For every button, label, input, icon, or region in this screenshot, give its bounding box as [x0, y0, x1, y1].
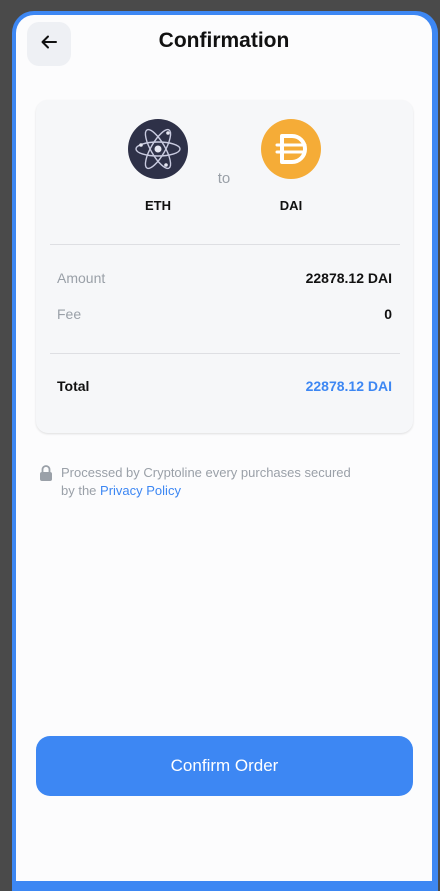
- amount-label: Amount: [57, 270, 106, 286]
- total-value: 22878.12 DAI: [305, 378, 392, 394]
- atom-coin-icon: [128, 119, 188, 179]
- lock-icon: [39, 465, 53, 486]
- divider: [50, 244, 400, 245]
- dai-coin-icon: [261, 119, 321, 179]
- total-label: Total: [57, 378, 90, 394]
- notice-text: Processed by Cryptoline every purchases …: [61, 464, 361, 500]
- fee-value: 0: [384, 306, 392, 322]
- to-coin-label: DAI: [279, 198, 303, 213]
- swap-separator: to: [217, 170, 231, 187]
- from-coin-label: ETH: [145, 198, 171, 213]
- confirmation-screen: Confirmation ETH to DAI Amount 22878.12 …: [16, 15, 432, 881]
- amount-value: 22878.12 DAI: [305, 270, 392, 286]
- page-title: Confirmation: [158, 29, 290, 52]
- confirm-order-button[interactable]: Confirm Order: [36, 736, 413, 796]
- divider: [50, 353, 400, 354]
- swap-summary-card: ETH to DAI Amount 22878.12 DAI Fee 0 Tot…: [36, 100, 413, 433]
- fee-label: Fee: [57, 306, 82, 322]
- privacy-policy-link[interactable]: Privacy Policy: [100, 483, 181, 498]
